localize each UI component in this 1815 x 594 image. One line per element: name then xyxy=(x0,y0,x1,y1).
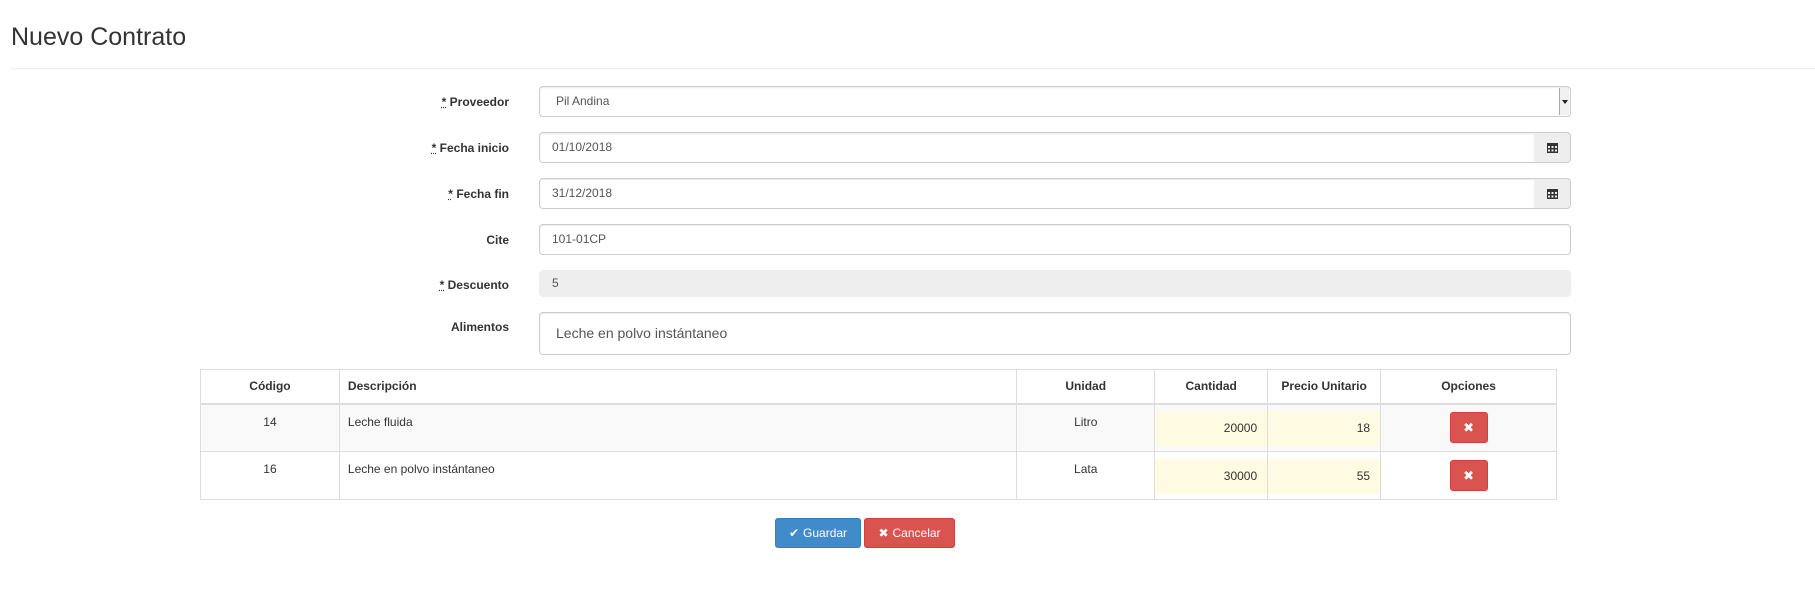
cite-label: Cite xyxy=(486,233,509,247)
cell-unidad: Litro xyxy=(1016,403,1156,452)
cancel-button-label: Cancelar xyxy=(892,526,941,540)
x-icon: ✖ xyxy=(1463,468,1474,483)
cite-value: 101-01CP xyxy=(552,232,607,246)
alimentos-value: Leche en polvo instántaneo xyxy=(556,325,728,341)
cell-cantidad: 20000 xyxy=(1154,403,1269,452)
proveedor-label-text: Proveedor xyxy=(449,95,509,109)
cell-codigo: 16 xyxy=(200,451,340,500)
descuento-label-text: Descuento xyxy=(447,278,509,292)
calendar-icon xyxy=(1546,142,1558,153)
cell-cantidad: 30000 xyxy=(1154,451,1269,500)
required-marker: * xyxy=(448,187,453,201)
fecha-fin-calendar-button[interactable] xyxy=(1534,178,1571,209)
cell-precio-unitario: 18 xyxy=(1267,403,1382,452)
title-divider xyxy=(11,68,1815,69)
fecha-inicio-label: * Fecha inicio xyxy=(432,141,509,155)
fecha-fin-input[interactable]: 31/12/2018 xyxy=(539,178,1535,209)
items-table: Código Descripción Unidad Cantidad Preci… xyxy=(200,369,1557,500)
required-marker: * xyxy=(431,141,437,155)
table-header-row: Código Descripción Unidad Cantidad Preci… xyxy=(200,369,1557,405)
proveedor-selected-value: Pil Andina xyxy=(556,94,610,108)
cantidad-input[interactable]: 30000 xyxy=(1155,458,1268,494)
chevron-down-icon[interactable] xyxy=(1559,88,1569,115)
delete-row-button[interactable]: ✖ xyxy=(1449,412,1488,444)
cell-codigo: 14 xyxy=(200,403,340,452)
fecha-fin-value: 31/12/2018 xyxy=(552,186,613,200)
descuento-label: * Descuento xyxy=(440,278,509,292)
proveedor-select[interactable]: Pil Andina xyxy=(539,86,1571,117)
header-unidad: Unidad xyxy=(1016,369,1156,405)
cell-unidad: Lata xyxy=(1016,451,1156,500)
fecha-fin-label-text: Fecha fin xyxy=(456,187,509,201)
header-opciones: Opciones xyxy=(1380,369,1557,405)
cell-opciones: ✖ xyxy=(1380,451,1557,500)
x-icon: ✖ xyxy=(1463,420,1474,436)
descuento-value: 5 xyxy=(552,276,559,290)
fecha-fin-label: * Fecha fin xyxy=(448,187,509,201)
header-precio-unitario: Precio Unitario xyxy=(1267,369,1382,405)
calendar-icon xyxy=(1546,188,1558,199)
header-codigo: Código xyxy=(200,369,340,405)
cell-precio-unitario: 55 xyxy=(1267,451,1382,500)
cancel-button[interactable]: ✖ Cancelar xyxy=(864,518,955,548)
fecha-inicio-calendar-button[interactable] xyxy=(1534,132,1571,163)
fecha-inicio-input[interactable]: 01/10/2018 xyxy=(539,132,1535,163)
x-icon: ✖ xyxy=(878,526,889,540)
save-button[interactable]: ✔ Guardar xyxy=(775,518,861,548)
alimentos-label: Alimentos xyxy=(450,320,509,334)
cell-opciones: ✖ xyxy=(1380,403,1557,452)
delete-row-button[interactable]: ✖ xyxy=(1449,460,1488,491)
required-marker: * xyxy=(441,95,447,109)
alimentos-search-input[interactable]: Leche en polvo instántaneo xyxy=(539,312,1571,355)
check-icon: ✔ xyxy=(788,526,800,540)
proveedor-label: * Proveedor xyxy=(442,95,509,109)
fecha-inicio-label-text: Fecha inicio xyxy=(439,141,509,155)
fecha-inicio-value: 01/10/2018 xyxy=(552,140,613,154)
cell-descripcion: Leche en polvo instántaneo xyxy=(338,451,1018,500)
cite-input[interactable]: 101-01CP xyxy=(539,224,1571,255)
precio-unitario-input[interactable]: 55 xyxy=(1268,458,1381,494)
descuento-input: 5 xyxy=(539,270,1571,297)
cantidad-input[interactable]: 20000 xyxy=(1155,410,1268,446)
header-descripcion: Descripción xyxy=(338,369,1018,405)
save-button-label: Guardar xyxy=(803,526,848,540)
table-row: 14 Leche fluida Litro 20000 18 ✖ xyxy=(200,403,1557,452)
table-row: 16 Leche en polvo instántaneo Lata 30000… xyxy=(200,451,1557,500)
precio-unitario-input[interactable]: 18 xyxy=(1268,410,1381,446)
page-title: Nuevo Contrato xyxy=(11,23,187,51)
required-marker: * xyxy=(439,278,445,292)
cell-descripcion: Leche fluida xyxy=(338,403,1018,452)
header-cantidad: Cantidad xyxy=(1154,369,1269,405)
